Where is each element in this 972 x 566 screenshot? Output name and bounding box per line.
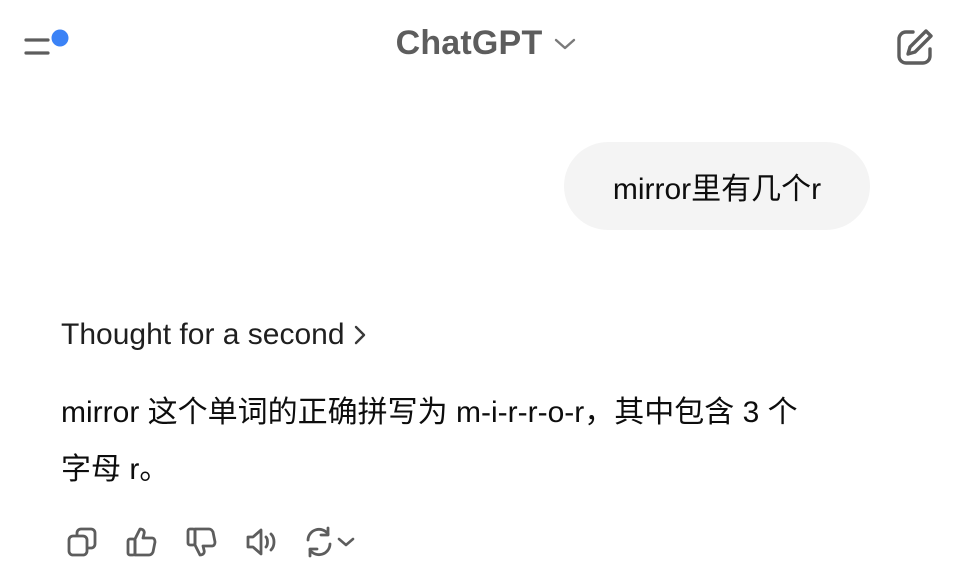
model-selector-button[interactable]: ChatGPT [396, 24, 577, 63]
chevron-down-icon [337, 537, 355, 547]
assistant-message: mirror 这个单词的正确拼写为 m-i-r-r-o-r，其中包含 3 个 字… [61, 384, 911, 498]
chevron-right-icon [354, 325, 365, 345]
chevron-down-icon [555, 38, 576, 49]
answer-line: 字母 r。 [61, 453, 170, 486]
user-message: mirror里有几个r [564, 142, 870, 230]
edit-pen-icon [897, 29, 933, 65]
regenerate-icon [306, 526, 332, 558]
new-chat-button[interactable] [894, 26, 936, 68]
thought-toggle-button[interactable]: Thought for a second [61, 318, 367, 352]
thought-label: Thought for a second [61, 318, 345, 351]
regenerate-button[interactable] [302, 522, 362, 562]
good-response-button[interactable] [122, 522, 162, 562]
chat-app: ChatGPT mirror里有几个r Thought for a second… [0, 0, 972, 566]
read-aloud-icon [246, 528, 276, 556]
message-actions [62, 522, 362, 562]
copy-icon [67, 527, 97, 557]
app-title: ChatGPT [395, 24, 543, 62]
thumbs-down-icon [186, 527, 217, 557]
copy-button[interactable] [62, 522, 102, 562]
bad-response-button[interactable] [182, 522, 222, 562]
header: ChatGPT [0, 0, 972, 92]
read-aloud-button[interactable] [242, 522, 282, 562]
thumbs-up-icon [126, 527, 157, 557]
answer-line: mirror 这个单词的正确拼写为 m-i-r-r-o-r，其中包含 3 个 [61, 396, 798, 429]
